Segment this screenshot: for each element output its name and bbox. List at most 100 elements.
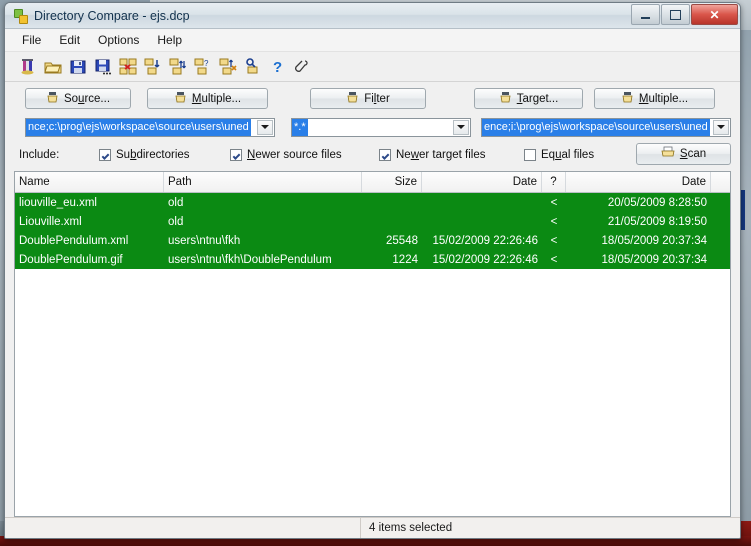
chevron-down-icon[interactable] — [453, 119, 469, 135]
source-button-label: Source... — [63, 92, 111, 105]
source-path-combo[interactable]: nce;c:\prog\ejs\workspace\source\users\u… — [25, 117, 275, 137]
include-options-row: Include: Subdirectories Newer source fil… — [14, 143, 731, 167]
filter-button[interactable]: Filter — [310, 88, 426, 109]
cell-status-flag: < — [550, 234, 558, 247]
cell-source-size — [362, 193, 422, 212]
cell-target-date: 20/05/2009 8:28:50 — [607, 196, 707, 209]
content-area: Source... Multiple... Filter Target... M… — [5, 82, 740, 517]
svg-text:?: ? — [273, 59, 282, 76]
cell-source-size: 1224 — [392, 253, 418, 266]
menu-item-edit[interactable]: Edit — [50, 31, 89, 49]
filter-button-label: Filter — [364, 92, 390, 105]
column-header-path[interactable]: Path — [164, 172, 362, 192]
scan-button[interactable]: Scan — [636, 143, 731, 165]
status-bar: 4 items selected — [5, 517, 740, 538]
column-header-name[interactable]: Name — [15, 172, 164, 192]
target-button-label: Target... — [516, 92, 559, 105]
chevron-down-icon[interactable] — [257, 119, 273, 135]
minimize-button[interactable] — [631, 4, 660, 25]
cell-path: old — [168, 215, 184, 228]
cell-status-flag: < — [550, 253, 558, 266]
menu-item-options[interactable]: Options — [89, 31, 148, 49]
copy-down-icon[interactable] — [142, 56, 164, 78]
source-button[interactable]: Source... — [25, 88, 131, 109]
checkbox-equal-files-label: Equal files — [541, 149, 595, 161]
list-rows: liouville_eu.xml old < 20/05/2009 8:28:5… — [15, 193, 730, 516]
cell-status-flag: < — [550, 196, 558, 209]
window-title: Directory Compare - ejs.dcp — [34, 8, 190, 23]
cell-path: users\ntnu\fkh — [168, 234, 241, 247]
app-icon — [12, 8, 28, 24]
chevron-down-icon[interactable] — [713, 119, 729, 135]
cell-name: Liouville.xml — [19, 215, 82, 228]
search-files-icon[interactable] — [242, 56, 264, 78]
multiple-target-button-label: Multiple... — [638, 92, 689, 105]
menu-item-help[interactable]: Help — [148, 31, 191, 49]
filter-pattern-combo[interactable]: *.* — [291, 117, 471, 137]
multiple-target-button[interactable]: Multiple... — [594, 88, 715, 109]
target-button[interactable]: Target... — [474, 88, 583, 109]
target-path-combo[interactable]: ence;i:\prog\ejs\workspace\source\users\… — [481, 117, 731, 137]
column-header-status[interactable]: ? — [542, 172, 566, 192]
checkbox-equal-files-box[interactable] — [524, 149, 536, 161]
checkbox-equal-files[interactable]: Equal files — [524, 149, 594, 161]
move-files-icon[interactable] — [217, 56, 239, 78]
folder-pick-icon — [621, 91, 634, 107]
help-icon[interactable]: ? — [267, 56, 289, 78]
checkbox-subdirectories-box[interactable] — [99, 149, 111, 161]
multiple-source-button-label: Multiple... — [191, 92, 242, 105]
cell-target-size: 32836 — [711, 193, 730, 212]
unknown-files-icon[interactable]: ? — [192, 56, 214, 78]
close-button[interactable]: ✕ — [691, 4, 738, 25]
directory-compare-window: Directory Compare - ejs.dcp ✕ File Edit … — [4, 2, 741, 539]
delete-files-icon[interactable] — [117, 56, 139, 78]
toolbar: ? ? — [5, 52, 740, 82]
column-header-target-date[interactable]: Date — [566, 172, 711, 192]
checkbox-subdirectories[interactable]: Subdirectories — [99, 149, 190, 161]
source-path-value[interactable]: nce;c:\prog\ejs\workspace\source\users\u… — [26, 118, 251, 136]
cell-source-size: 25548 — [386, 234, 418, 247]
table-row[interactable]: Liouville.xml old < 21/05/2009 8:19:50 3… — [15, 212, 730, 231]
table-row[interactable]: DoublePendulum.gif users\ntnu\fkh\Double… — [15, 250, 730, 269]
compare-results-list[interactable]: Name Path Size Date ? Date Size liouvill… — [14, 171, 731, 517]
close-icon: ✕ — [709, 7, 720, 22]
open-folder-icon[interactable] — [42, 56, 64, 78]
menu-item-file[interactable]: File — [13, 31, 50, 49]
cell-target-date: 18/05/2009 20:37:34 — [601, 253, 707, 266]
copy-both-icon[interactable] — [167, 56, 189, 78]
attach-icon[interactable] — [292, 56, 314, 78]
checkbox-newer-target-files[interactable]: Newer target files — [379, 149, 486, 161]
svg-text:?: ? — [204, 59, 209, 68]
status-bar-left-panel — [5, 518, 361, 538]
filter-pattern-value[interactable]: *.* — [292, 118, 308, 136]
menu-bar: File Edit Options Help — [5, 29, 740, 52]
checkbox-subdirectories-label: Subdirectories — [116, 149, 190, 161]
target-path-value[interactable]: ence;i:\prog\ejs\workspace\source\users\… — [482, 118, 710, 136]
save-icon[interactable] — [67, 56, 89, 78]
cell-target-date: 21/05/2009 8:19:50 — [607, 215, 707, 228]
cell-target-size: 25548 — [711, 231, 730, 250]
column-header-source-size[interactable]: Size — [362, 172, 422, 192]
cell-source-date — [422, 193, 542, 212]
checkbox-newer-source-files-box[interactable] — [230, 149, 242, 161]
maximize-button[interactable] — [661, 4, 690, 25]
table-row[interactable]: liouville_eu.xml old < 20/05/2009 8:28:5… — [15, 193, 730, 212]
folder-pick-icon — [46, 91, 59, 107]
table-row[interactable]: DoublePendulum.xml users\ntnu\fkh 25548 … — [15, 231, 730, 250]
multiple-source-button[interactable]: Multiple... — [147, 88, 268, 109]
cell-source-date: 15/02/2009 22:26:46 — [432, 253, 538, 266]
cell-path: old — [168, 196, 184, 209]
checkbox-newer-target-files-box[interactable] — [379, 149, 391, 161]
checkbox-newer-source-files[interactable]: Newer source files — [230, 149, 342, 161]
save-as-icon[interactable] — [92, 56, 114, 78]
cell-path: users\ntnu\fkh\DoublePendulum — [168, 253, 332, 266]
scan-icon — [661, 146, 675, 162]
column-header-source-date[interactable]: Date — [422, 172, 542, 192]
compare-icon[interactable] — [17, 56, 39, 78]
action-button-row: Source... Multiple... Filter Target... M… — [14, 85, 731, 112]
checkbox-newer-target-files-label: Newer target files — [396, 149, 486, 161]
window-controls: ✕ — [631, 4, 738, 25]
column-header-target-size[interactable]: Size — [711, 172, 730, 192]
cell-source-date — [422, 212, 542, 231]
cell-name: DoublePendulum.gif — [19, 253, 123, 266]
